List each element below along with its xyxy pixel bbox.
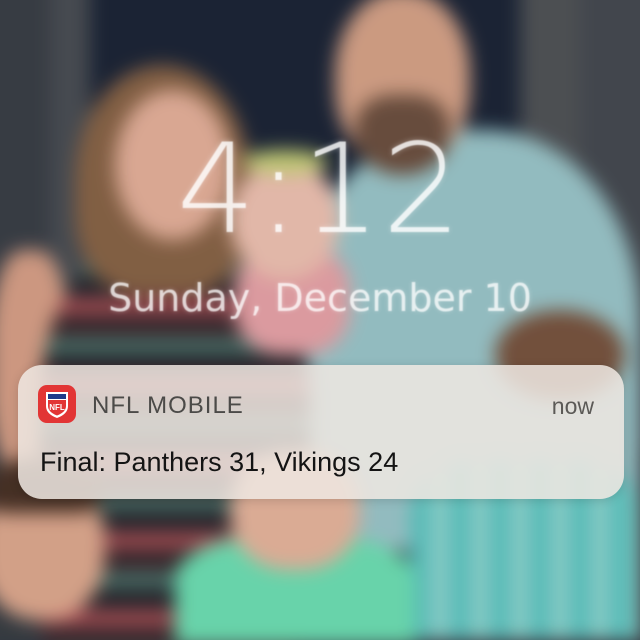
notification-app-name: NFL MOBILE — [92, 392, 244, 419]
lock-screen-date: Sunday, December 10 — [108, 276, 532, 320]
notification-banner[interactable]: NFL NFL MOBILE now Final: Panthers 31, V… — [18, 365, 624, 499]
lock-screen-wallpaper — [0, 0, 640, 640]
lock-screen-time: 4:12 — [176, 118, 464, 262]
nfl-shield-icon: NFL — [38, 385, 76, 423]
notification-timestamp: now — [551, 393, 594, 419]
notification-message: Final: Panthers 31, Vikings 24 — [40, 447, 399, 477]
svg-text:NFL: NFL — [49, 403, 65, 412]
